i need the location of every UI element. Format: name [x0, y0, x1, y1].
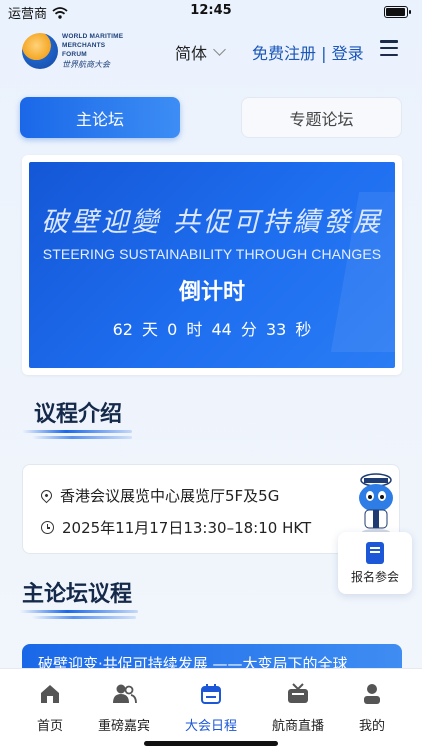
location-row: 香港会议展览中心展览厅5F及5G [38, 485, 280, 506]
tab-schedule[interactable]: 大会日程 [169, 683, 253, 734]
countdown-title: 倒计时 [178, 280, 245, 305]
tab-label: 重磅嘉宾 [97, 719, 150, 734]
tab-label: 航商直播 [271, 719, 324, 734]
chevron-down-icon [213, 43, 226, 56]
status-bar: 运营商 12:45 [0, 0, 422, 22]
menu-icon[interactable] [380, 40, 398, 56]
tab-label: 大会日程 [184, 719, 237, 734]
bottom-tab-bar: 首页 重磅嘉宾 大会日程 航商直播 我的 [0, 668, 422, 750]
home-icon [41, 685, 59, 703]
profile-icon [364, 684, 380, 704]
datetime-row: 2025年11月17日13:30–18:10 HKT [41, 517, 311, 538]
clock: 12:45 [190, 3, 232, 18]
logo-text-cn: 世界航商大会 [62, 60, 110, 69]
slogan-cn: 破壁迎變 共促可持續發展 [41, 207, 383, 238]
battery-icon [384, 6, 411, 18]
title-underline [20, 610, 150, 624]
tab-profile[interactable]: 我的 [330, 683, 414, 734]
tab-live[interactable]: 航商直播 [256, 683, 340, 734]
logo-icon [22, 32, 58, 69]
tab-theme-forum[interactable]: 专题论坛 [241, 97, 402, 138]
clock-icon [41, 521, 54, 534]
language-selector[interactable]: 简体 [175, 40, 226, 64]
home-indicator [144, 741, 278, 746]
agenda-intro-title: 议程介绍 [34, 402, 123, 427]
register-button[interactable]: 报名参会 [338, 532, 412, 594]
tab-label: 我的 [358, 719, 385, 734]
slogan-en: STEERING SUSTAINABILITY THROUGH CHANGES [42, 246, 382, 262]
logo[interactable]: WORLD MARITIME MERCHANTS FORUM 世界航商大会 [22, 32, 128, 69]
logo-text-en: WORLD MARITIME MERCHANTS FORUM [62, 33, 124, 58]
register-label: 报名参会 [350, 569, 399, 584]
app-header: WORLD MARITIME MERCHANTS FORUM 世界航商大会 简体… [0, 22, 422, 78]
mascot-illustration [359, 473, 393, 535]
tab-label: 首页 [36, 719, 63, 734]
tab-home[interactable]: 首页 [8, 683, 92, 734]
tv-icon [288, 683, 308, 703]
tab-main-forum[interactable]: 主论坛 [20, 97, 180, 138]
register-login-link[interactable]: 免费注册 | 登录 [252, 40, 364, 64]
banner-card: 破壁迎變 共促可持續發展 STEERING SUSTAINABILITY THR… [22, 155, 402, 375]
countdown-value: 62 天 0 时 44 分 33 秒 [112, 320, 312, 339]
title-underline [22, 430, 142, 444]
forum-tabs: 主论坛 专题论坛 [20, 97, 402, 138]
location-pin-icon [38, 487, 55, 504]
countdown-banner: 破壁迎變 共促可持續發展 STEERING SUSTAINABILITY THR… [29, 162, 395, 368]
register-form-icon [366, 541, 384, 564]
calendar-icon [201, 684, 221, 704]
language-label: 简体 [175, 44, 208, 63]
tab-guests[interactable]: 重磅嘉宾 [82, 683, 166, 734]
main-agenda-title: 主论坛议程 [22, 582, 133, 607]
datetime-text: 2025年11月17日13:30–18:10 HKT [62, 519, 312, 537]
location-text: 香港会议展览中心展览厅5F及5G [60, 487, 280, 505]
guests-icon [113, 684, 137, 704]
